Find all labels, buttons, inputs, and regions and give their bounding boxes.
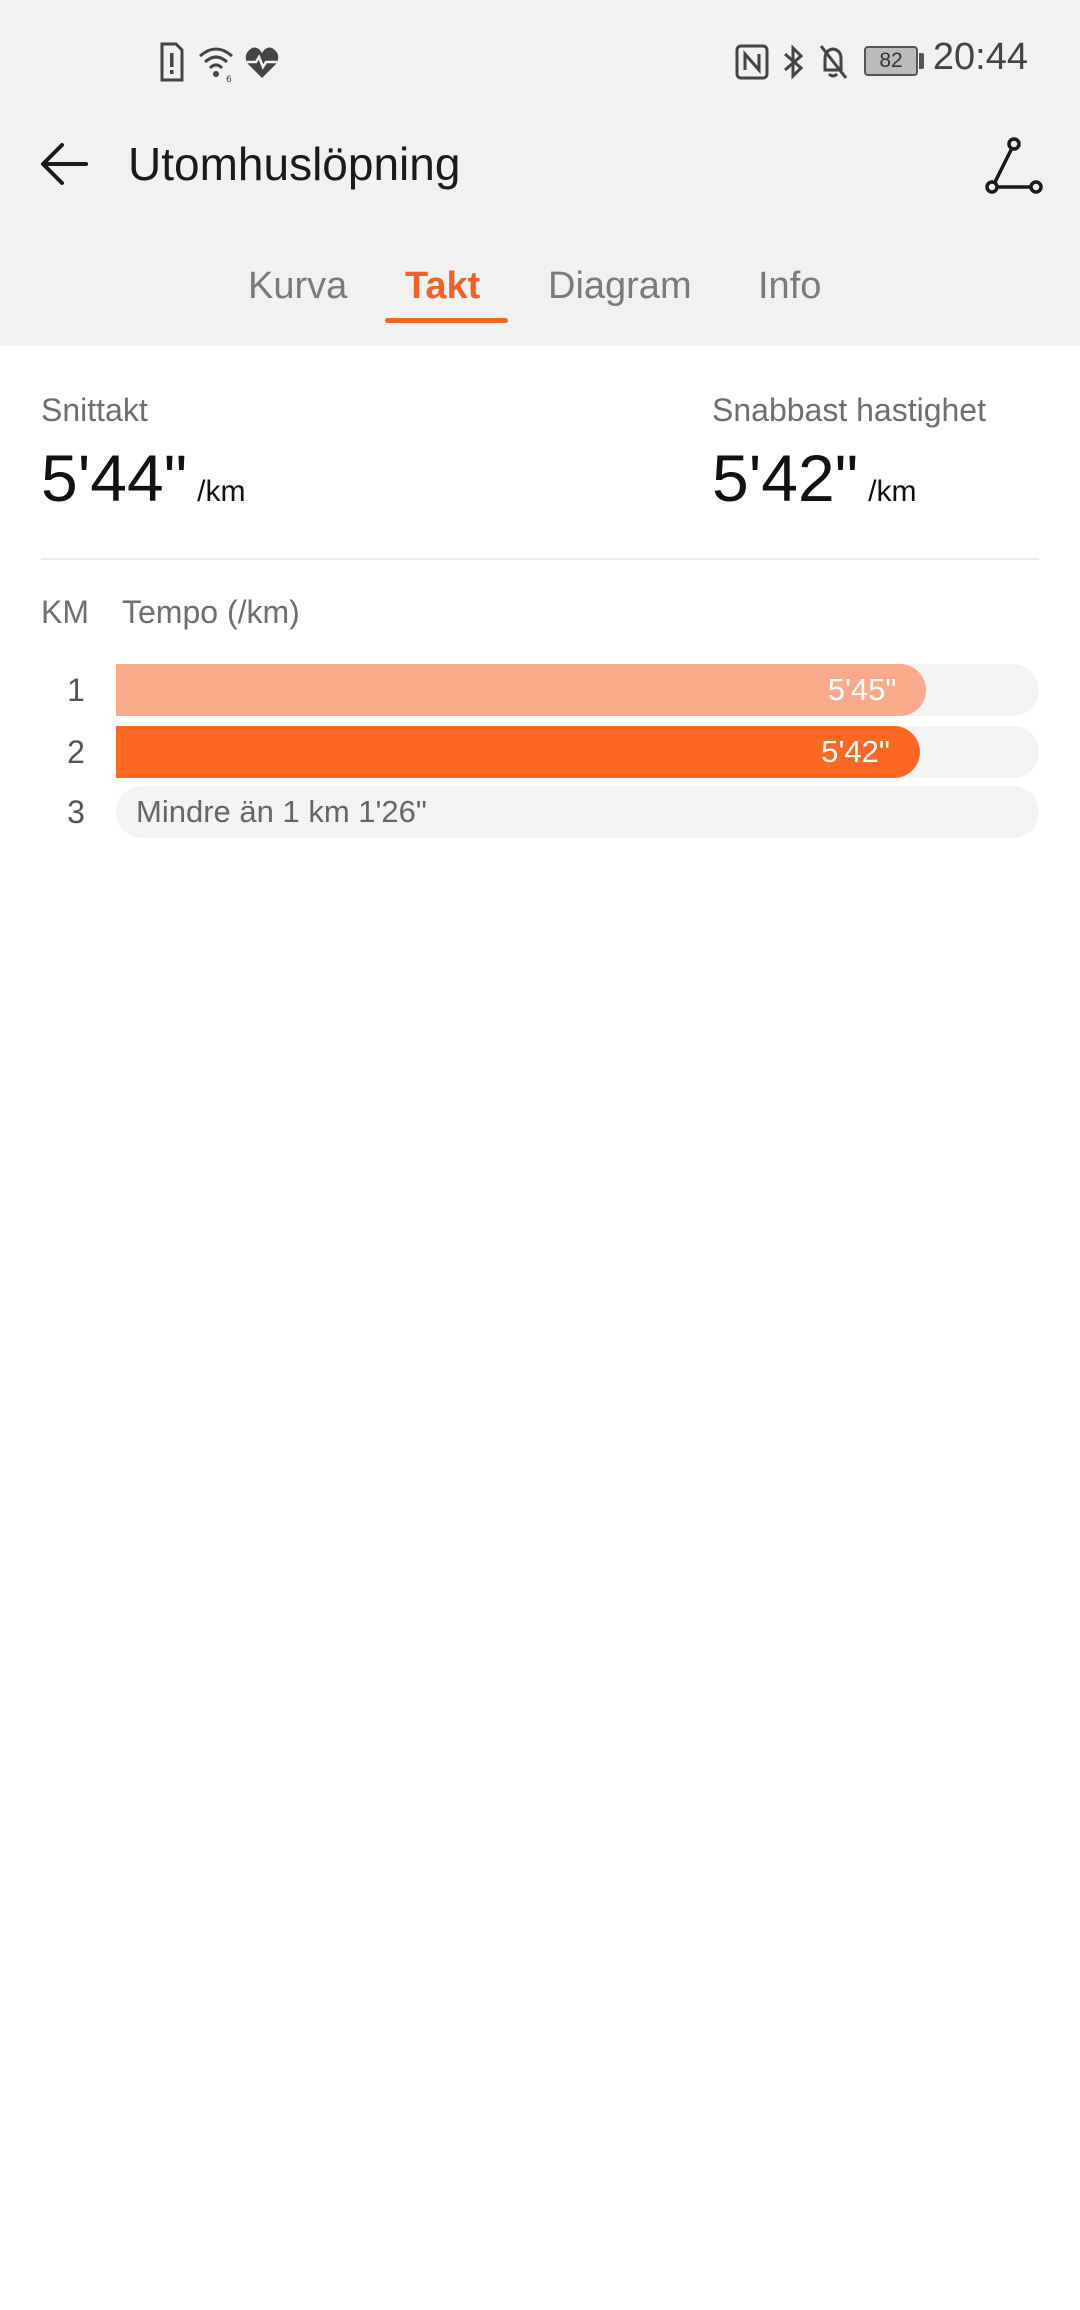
partial-km-label: Mindre än 1 km 1'26": [136, 794, 427, 829]
avg-pace-unit: /km: [197, 475, 246, 508]
pace-bar-label: 5'42": [821, 734, 890, 769]
tempo-column-header: Tempo (/km): [122, 594, 300, 630]
row-km: 1: [67, 672, 85, 708]
tab-diagram[interactable]: Diagram: [548, 258, 692, 314]
top-app-bar: 6 82 20:44 Utomhuslöpning Kurva Takt Dia…: [0, 0, 1080, 346]
sim-alert-icon: [160, 42, 184, 82]
svg-text:6: 6: [226, 75, 232, 84]
battery-icon: 82: [864, 40, 926, 84]
health-heart-icon: [245, 47, 279, 78]
pace-bar: 5'42": [116, 726, 920, 778]
route-icon[interactable]: [984, 136, 1044, 196]
fastest-pace-number: 5'42": [712, 441, 859, 515]
nfc-icon: [735, 44, 769, 80]
avg-pace-number: 5'44": [41, 441, 188, 515]
row-km: 2: [67, 734, 85, 770]
active-tab-indicator: [385, 318, 508, 323]
divider: [41, 558, 1039, 560]
battery-level: 82: [879, 49, 903, 72]
avg-pace-label: Snittakt: [41, 392, 148, 428]
fastest-pace-label: Snabbast hastighet: [712, 392, 986, 428]
tab-info[interactable]: Info: [758, 258, 821, 314]
tab-takt[interactable]: Takt: [405, 258, 480, 314]
pace-track: Mindre än 1 km 1'26": [116, 786, 1039, 838]
fastest-pace-unit: /km: [868, 475, 917, 508]
fastest-pace-value: 5'42" /km: [712, 440, 916, 530]
wifi-icon: 6: [199, 47, 233, 84]
status-time: 20:44: [932, 36, 1028, 78]
tab-bar: Kurva Takt Diagram Info: [0, 258, 1080, 328]
back-arrow-icon[interactable]: [36, 136, 92, 192]
avg-pace-value: 5'44" /km: [41, 440, 245, 530]
pace-bar: 5'45": [116, 664, 927, 716]
bell-off-icon: [819, 45, 848, 79]
pace-track: 5'45": [116, 664, 1039, 716]
row-km: 3: [67, 794, 85, 830]
pace-track: 5'42": [116, 726, 1039, 778]
page-title: Utomhuslöpning: [128, 138, 461, 190]
status-bar: 6 82 20:44: [0, 0, 1080, 120]
tab-kurva[interactable]: Kurva: [248, 258, 347, 314]
km-column-header: KM: [41, 594, 89, 630]
pace-bar-label: 5'45": [827, 672, 897, 707]
bluetooth-icon: [784, 44, 804, 80]
